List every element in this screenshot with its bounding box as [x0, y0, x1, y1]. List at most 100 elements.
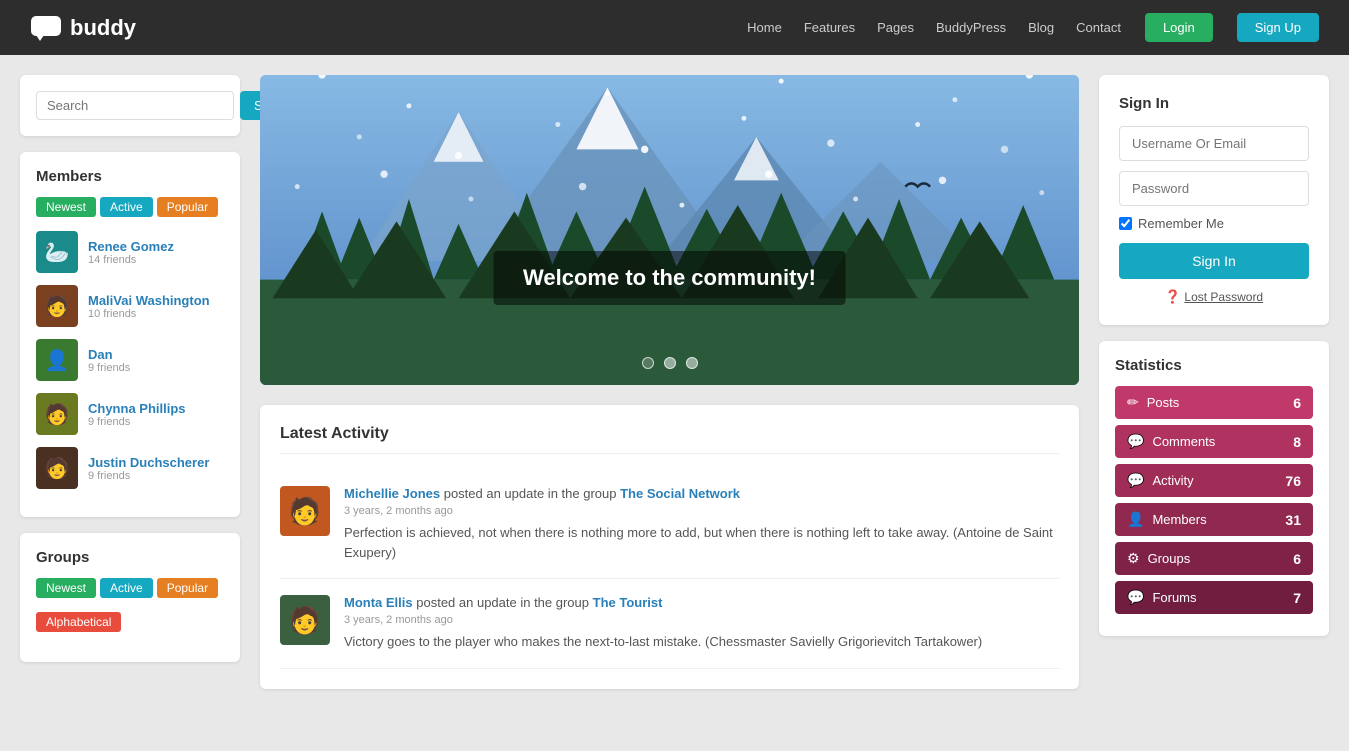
stat-name-members: Members: [1152, 512, 1206, 527]
avatar: 🧑: [36, 285, 78, 327]
stat-name-activity: Activity: [1152, 473, 1193, 488]
groups-title: Groups: [36, 549, 224, 566]
tab-active[interactable]: Active: [100, 197, 153, 217]
member-friends: 9 friends: [88, 416, 186, 428]
members-filter-tabs: Newest Active Popular: [36, 197, 224, 217]
groups-card: Groups Newest Active Popular Alphabetica…: [20, 533, 240, 662]
left-sidebar: Search Members Newest Active Popular 🦢 R…: [20, 75, 240, 689]
stat-label-groups: ⚙ Groups: [1127, 550, 1190, 567]
activity-user[interactable]: Monta Ellis: [344, 595, 413, 610]
stat-row-activity: 💬 Activity 76: [1115, 464, 1313, 497]
signin-button[interactable]: Sign In: [1119, 243, 1309, 279]
signin-card: Sign In Remember Me Sign In ❓ Lost Passw…: [1099, 75, 1329, 325]
hero-banner: Welcome to the community!: [260, 75, 1079, 385]
signin-title: Sign In: [1119, 95, 1309, 112]
member-info: Renee Gomez 14 friends: [88, 238, 174, 266]
list-item: 🧑 MaliVai Washington 10 friends: [36, 285, 224, 327]
search-input[interactable]: [36, 91, 234, 120]
activity-time: 3 years, 2 months ago: [344, 505, 1059, 517]
activity-item: 🧑 Monta Ellis posted an update in the gr…: [280, 579, 1059, 669]
groups-tab-popular[interactable]: Popular: [157, 578, 218, 598]
member-name[interactable]: Justin Duchscherer: [88, 455, 209, 470]
list-item: 👤 Dan 9 friends: [36, 339, 224, 381]
logo-icon: [30, 15, 62, 41]
stat-count-comments: 8: [1293, 434, 1301, 450]
tab-popular[interactable]: Popular: [157, 197, 218, 217]
member-friends: 14 friends: [88, 254, 174, 266]
member-info: Chynna Phillips 9 friends: [88, 400, 186, 428]
remember-me-checkbox[interactable]: [1119, 217, 1132, 230]
activity-time: 3 years, 2 months ago: [344, 614, 982, 626]
members-icon: 👤: [1127, 511, 1144, 528]
hero-dot-1[interactable]: [642, 357, 654, 369]
hero-scene-svg: [260, 75, 1079, 385]
statistics-card: Statistics ✏ Posts 6 💬 Comments 8 💬 Act: [1099, 341, 1329, 636]
hero-dot-2[interactable]: [664, 357, 676, 369]
stat-count-members: 31: [1285, 512, 1301, 528]
stat-row-forums: 💬 Forums 7: [1115, 581, 1313, 614]
activity-group[interactable]: The Tourist: [593, 595, 663, 610]
member-friends: 9 friends: [88, 470, 209, 482]
stat-row-posts: ✏ Posts 6: [1115, 386, 1313, 419]
right-sidebar: Sign In Remember Me Sign In ❓ Lost Passw…: [1099, 75, 1329, 689]
activity-content: Michellie Jones posted an update in the …: [344, 486, 1059, 562]
logo-text: buddy: [70, 15, 136, 41]
activity-content: Monta Ellis posted an update in the grou…: [344, 595, 982, 652]
stat-count-forums: 7: [1293, 590, 1301, 606]
avatar: 🧑: [36, 393, 78, 435]
stat-count-activity: 76: [1285, 473, 1301, 489]
password-field[interactable]: [1119, 171, 1309, 206]
username-field[interactable]: [1119, 126, 1309, 161]
comment-icon: 💬: [1127, 433, 1144, 450]
pencil-icon: ✏: [1127, 394, 1139, 411]
member-friends: 10 friends: [88, 308, 210, 320]
member-name[interactable]: MaliVai Washington: [88, 293, 210, 308]
lost-password: ❓ Lost Password: [1119, 289, 1309, 305]
member-friends: 9 friends: [88, 362, 130, 374]
lost-password-link[interactable]: Lost Password: [1184, 290, 1263, 304]
activity-icon: 💬: [1127, 472, 1144, 489]
activity-section: Latest Activity 🧑 Michellie Jones posted…: [260, 405, 1079, 689]
member-name[interactable]: Dan: [88, 347, 113, 362]
activity-text: Perfection is achieved, not when there i…: [344, 523, 1059, 562]
hero-dot-3[interactable]: [686, 357, 698, 369]
activity-user[interactable]: Michellie Jones: [344, 486, 440, 501]
page-container: Search Members Newest Active Popular 🦢 R…: [0, 55, 1349, 709]
tab-newest[interactable]: Newest: [36, 197, 96, 217]
member-name[interactable]: Renee Gomez: [88, 239, 174, 254]
groups-tab-newest[interactable]: Newest: [36, 578, 96, 598]
avatar: 🧑: [36, 447, 78, 489]
nav-home[interactable]: Home: [747, 20, 782, 35]
stat-label-comments: 💬 Comments: [1127, 433, 1215, 450]
groups-tab-active[interactable]: Active: [100, 578, 153, 598]
stat-row-comments: 💬 Comments 8: [1115, 425, 1313, 458]
login-button[interactable]: Login: [1145, 13, 1213, 42]
stat-label-activity: 💬 Activity: [1127, 472, 1194, 489]
activity-action: posted an update in the group: [444, 486, 620, 501]
nav-contact[interactable]: Contact: [1076, 20, 1121, 35]
hero-background: [260, 75, 1079, 385]
stat-row-members: 👤 Members 31: [1115, 503, 1313, 536]
stat-name-groups: Groups: [1148, 551, 1191, 566]
remember-me-container: Remember Me: [1119, 216, 1309, 231]
groups-tab-alpha[interactable]: Alphabetical: [36, 612, 121, 632]
activity-group[interactable]: The Social Network: [620, 486, 740, 501]
logo: buddy: [30, 15, 136, 41]
member-name[interactable]: Chynna Phillips: [88, 401, 186, 416]
nav-pages[interactable]: Pages: [877, 20, 914, 35]
search-box: Search: [20, 75, 240, 136]
nav-blog[interactable]: Blog: [1028, 20, 1054, 35]
nav-features[interactable]: Features: [804, 20, 855, 35]
header: buddy Home Features Pages BuddyPress Blo…: [0, 0, 1349, 55]
members-card: Members Newest Active Popular 🦢 Renee Go…: [20, 152, 240, 517]
stat-name-forums: Forums: [1152, 590, 1196, 605]
stat-name-posts: Posts: [1147, 395, 1180, 410]
member-info: MaliVai Washington 10 friends: [88, 292, 210, 320]
signup-button[interactable]: Sign Up: [1237, 13, 1319, 42]
stat-row-groups: ⚙ Groups 6: [1115, 542, 1313, 575]
stat-label-forums: 💬 Forums: [1127, 589, 1197, 606]
nav-buddypress[interactable]: BuddyPress: [936, 20, 1006, 35]
activity-header: Monta Ellis posted an update in the grou…: [344, 595, 982, 610]
members-title: Members: [36, 168, 224, 185]
hero-welcome-text: Welcome to the community!: [493, 251, 846, 305]
